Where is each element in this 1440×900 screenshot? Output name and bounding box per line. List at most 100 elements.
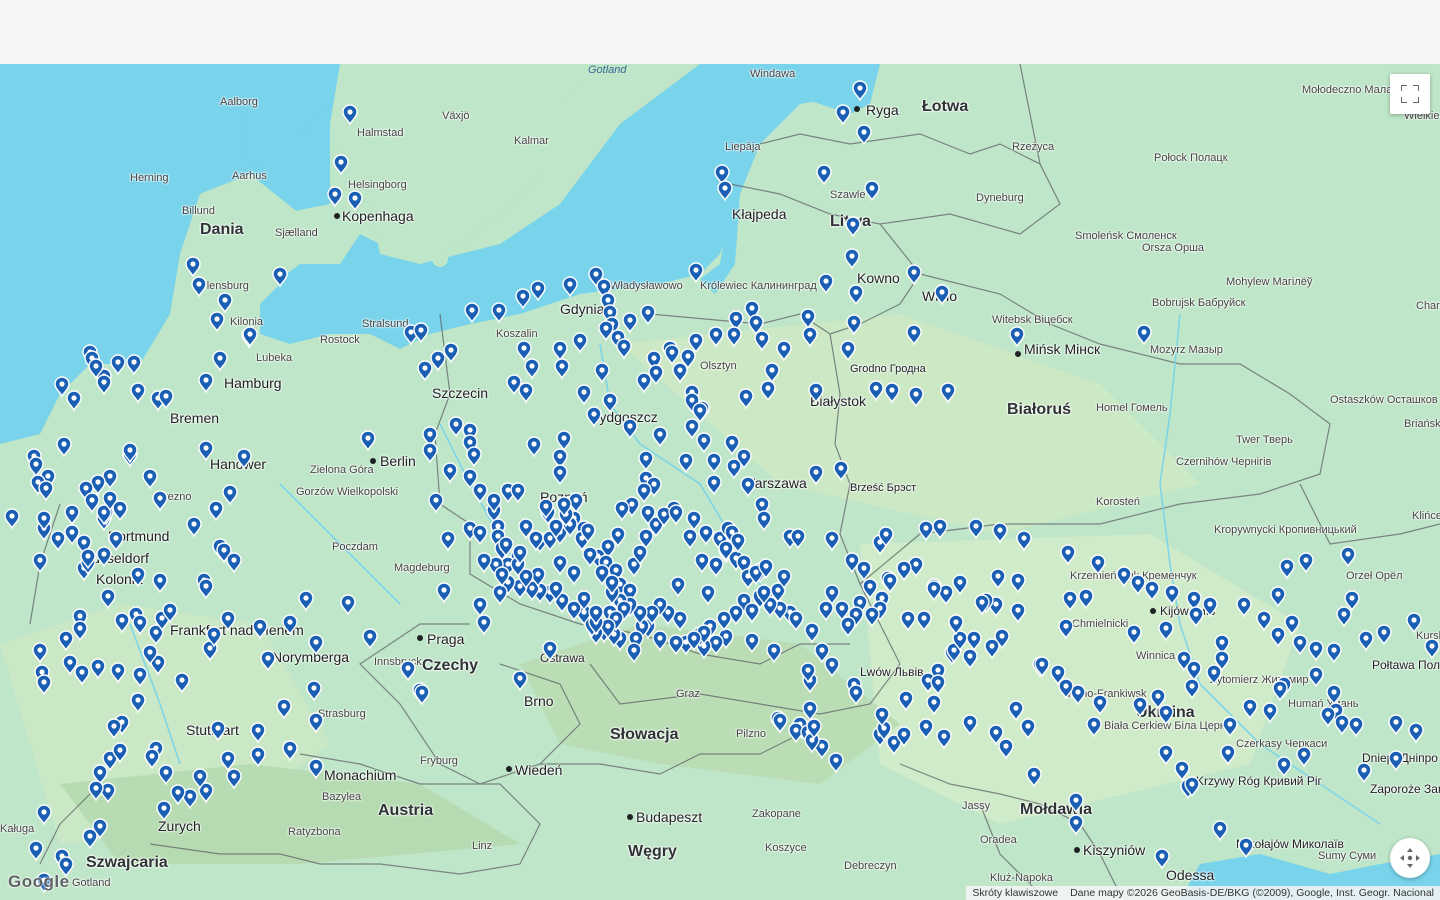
map-label-city: Dortmund — [108, 528, 170, 544]
map-label-town: Witebsk Віцебск — [992, 314, 1073, 326]
map-label-city: Wilno — [922, 288, 958, 304]
map-label-city: Odessa — [1166, 867, 1215, 883]
map-label-town: Kaługa — [0, 823, 35, 835]
map-label-town: Krzemieńczuk Кременчук — [1070, 570, 1197, 582]
map-label-city: Grodno Гродна — [850, 363, 926, 375]
map-label-country: Dania — [200, 221, 244, 238]
map-canvas[interactable]: Łotwa Litwa Dania Białoruś Czechy Słowac… — [0, 64, 1440, 900]
map-label-town: Koszyce — [765, 842, 807, 854]
map-label-town: Ratyzbona — [288, 826, 341, 838]
map-label-city: Ryga — [866, 102, 899, 118]
map-label-town: Debreczyn — [844, 860, 897, 872]
map-label-town: Poczdam — [332, 541, 378, 553]
map-label-city: Kopenhaga — [342, 208, 414, 224]
fullscreen-button[interactable] — [1390, 74, 1430, 114]
map-camera-control-button[interactable] — [1390, 838, 1430, 878]
map-label-town: Liepāja — [725, 141, 761, 153]
map-label-city: Bydgoszcz — [590, 409, 658, 425]
map-label-town: Twer Тверь — [1236, 434, 1293, 446]
map-label-town: Żytomierz Житомир — [1210, 674, 1309, 686]
map-label-town: Korosteń — [1096, 496, 1141, 508]
map-label-city: Lwów Львів — [860, 665, 924, 679]
map-label-town: Kalmar — [514, 135, 549, 147]
map-label-town: Ostaszków Осташков — [1330, 394, 1438, 406]
map-label-town: Oradea — [980, 834, 1017, 846]
map-data-attribution: Dane mapy ©2026 GeoBasis-DE/BKG (©2009),… — [1070, 887, 1434, 899]
map-label-town: Jassy — [962, 800, 991, 812]
map-label-town: Strasburg — [318, 708, 366, 720]
map-label-town: Winnica — [1136, 650, 1176, 662]
map-label-town: Lubeka — [256, 352, 293, 364]
map-label-city: Połtawa Полтава — [1372, 658, 1440, 672]
map-label-country: Czechy — [422, 657, 479, 674]
map-label-town: Windawa — [750, 68, 796, 80]
map-label-town: Zielona Góra — [310, 464, 374, 476]
map-label-town: Växjö — [442, 110, 470, 122]
map-label-town: Iwano-Frankiwsk — [1064, 688, 1147, 700]
map-label-country: Węgry — [628, 843, 677, 860]
map-label-country: Łotwa — [922, 98, 969, 115]
map-label-town: Magdeburg — [394, 562, 450, 574]
map-label-town: Czernihów Чернігів — [1176, 456, 1272, 468]
map-label-town: Bazylea — [322, 791, 362, 803]
google-logo: Google — [8, 872, 70, 891]
map-label-city: Kolonia — [96, 571, 143, 587]
map-label-city: Monachium — [324, 767, 397, 783]
map-label-country: Szwajcaria — [86, 854, 168, 871]
map-label-town: Połock Полацк — [1154, 152, 1228, 164]
map-label-town: Stralsund — [362, 318, 409, 330]
map-label-town: Billund — [182, 205, 216, 217]
map-label-country: Białoruś — [1007, 401, 1072, 418]
map-label-city: Düsseldorf — [82, 550, 149, 566]
map-label-town: Linz — [472, 840, 493, 852]
map-label-town: Orzeł Орёл — [1346, 570, 1403, 582]
map-label-town: Zakopane — [752, 808, 801, 820]
map-label-town: Biała Cerkiew Біла Церква — [1104, 720, 1237, 732]
map-label-town: Humań Умань — [1288, 698, 1359, 710]
map-label-town: Sjælland — [275, 227, 318, 239]
map-label-town: Władysławowo — [610, 280, 683, 292]
map-label-town: Kluż-Napoka — [990, 872, 1053, 884]
map-label-city: Kiszyniów — [1083, 842, 1146, 858]
map-label-town: Klińce Клинцы — [1412, 510, 1440, 522]
map-label-country: Litwa — [830, 213, 871, 230]
map-label-city: Mikołajów Миколаїв — [1236, 837, 1344, 851]
map-label-town: Rzeżyca — [1012, 141, 1055, 153]
map-label-city: Bremen — [170, 410, 220, 426]
map-label-city: Budapeszt — [636, 809, 703, 825]
map-label-city: Poznań — [540, 489, 588, 505]
map-label-city: Dniepr Дніпро — [1362, 751, 1438, 765]
map-label-city: Norymberga — [272, 649, 350, 665]
map-label-country: Słowacja — [610, 726, 679, 743]
map-label-city: Krzywy Róg Кривий Ріг — [1196, 774, 1322, 788]
map-label-city: Szczecin — [432, 385, 489, 401]
map-label-city: Hanower — [210, 456, 267, 472]
map-label-town: Briańsk Брянск — [1404, 418, 1440, 430]
map-label-city: Kijów Київ — [1160, 604, 1216, 618]
map-label-city: Ostrawa — [540, 651, 585, 665]
map-label-town: Kropywnycki Кропивницький — [1214, 524, 1357, 536]
map-label-country: Austria — [378, 802, 434, 819]
map-label-town: Czerkasy Черкаси — [1236, 738, 1328, 750]
map-label-city: Gdynia — [560, 301, 605, 317]
map-label-town: Olsztyn — [700, 360, 737, 372]
map-label-town: Chmielnicki — [1072, 618, 1129, 630]
map-label-city: Zaporoże Запоріжжя — [1370, 782, 1440, 796]
map-label-city: Stuttgart — [186, 722, 239, 738]
map-label-town: Herning — [130, 172, 169, 184]
map-label-city: Kowno — [857, 270, 900, 286]
map-label-town: Gotland — [72, 877, 111, 889]
map-label-town: Smoleńsk Смоленск — [1075, 230, 1177, 242]
map-label-city: Frankfurt nad Menem — [170, 622, 304, 638]
map-label-town: Mozyrz Мазыр — [1150, 344, 1223, 356]
map-label-town: Orsza Орша — [1142, 242, 1205, 254]
map-attribution: Skróty klawiszowe Dane mapy ©2026 GeoBas… — [966, 886, 1440, 900]
map-label-town: Fryburg — [420, 755, 458, 767]
map-label-town: Homel Гомель — [1096, 402, 1168, 414]
map-label-town: Kursk Курск — [1416, 630, 1440, 642]
keyboard-shortcuts-link[interactable]: Skróty klawiszowe — [972, 887, 1058, 899]
map-label-town: Koszalin — [496, 328, 538, 340]
map-label-town: Halmstad — [357, 127, 404, 139]
map-label-town: Graz — [676, 688, 700, 700]
map-label-town: Flensburg — [200, 280, 249, 292]
